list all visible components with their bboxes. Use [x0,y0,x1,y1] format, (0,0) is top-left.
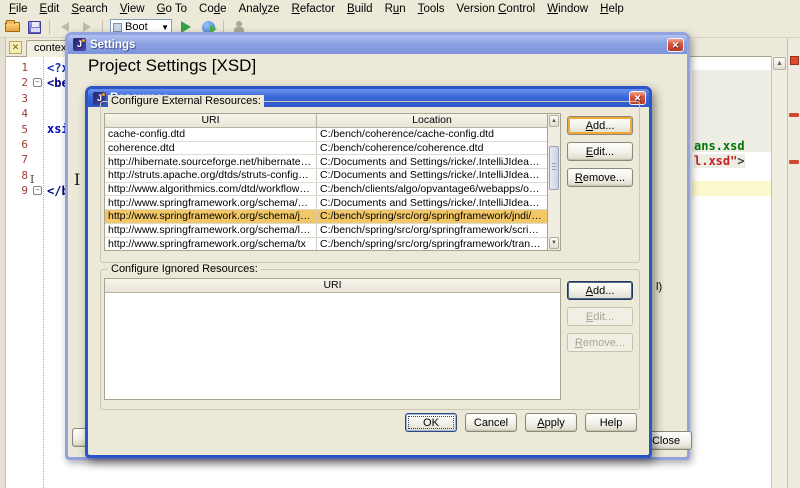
code-bracket: > [737,154,744,168]
menu-item-search[interactable]: Search [65,2,113,16]
scroll-up-icon[interactable]: ▲ [773,57,786,70]
external-edit-button[interactable]: Edit... [567,142,633,161]
external-resources-table-header: URI Location [105,114,547,128]
close-tab-icon[interactable]: ✕ [9,41,22,54]
ignored-resources-table-header: URI [105,279,560,293]
settings-text-fragment: l) [656,281,662,293]
fold-collapse-icon[interactable]: − [33,186,42,195]
column-header-location[interactable]: Location [317,114,547,127]
line-number: 5 [8,123,28,136]
error-stripe [787,38,800,488]
line-number: 2 [8,76,28,89]
run-config-icon [113,23,122,32]
external-resource-row[interactable]: http://www.springframework.org/schema/tx… [105,238,547,252]
menu-item-view[interactable]: View [114,2,151,16]
external-resource-row[interactable]: http://struts.apache.org/dtds/struts-con… [105,169,547,183]
ignored-resources-group-label: Configure Ignored Resources: [108,263,261,275]
editor-scrollbar[interactable]: ▲ [771,56,787,488]
menu-bar: FileEditSearchViewGo ToCodeAnalyzeRefact… [0,0,800,17]
error-stripe-mark[interactable] [789,160,799,164]
menu-item-edit[interactable]: Edit [34,2,66,16]
settings-titlebar[interactable]: J Settings ✕ [68,35,687,54]
external-resource-row[interactable]: http://hibernate.sourceforge.net/hiberna… [105,155,547,169]
error-stripe-mark[interactable] [789,113,799,117]
external-resource-row[interactable]: http://www.springframework.org/schema/jn… [105,210,547,224]
menu-item-help[interactable]: Help [594,2,630,16]
ignored-remove-button[interactable]: Remove... [567,333,633,352]
menu-item-code[interactable]: Code [193,2,233,16]
editor-caret: I [30,173,34,186]
code-string-red: l.xsd" [694,154,737,168]
external-add-button[interactable]: Add... [567,116,633,135]
menu-item-analyze[interactable]: Analyze [233,2,286,16]
code-fragment-green: ans.xsd [694,139,745,153]
save-icon[interactable] [25,19,43,36]
ignored-edit-button[interactable]: Edit... [567,307,633,326]
external-resources-table-body: cache-config.dtdC:/bench/coherence/cache… [105,128,547,251]
menu-item-window[interactable]: Window [541,2,594,16]
help-button[interactable]: Help [585,413,637,432]
external-resource-row[interactable]: coherence.dtdC:/bench/coherence/coherenc… [105,142,547,156]
cancel-button[interactable]: Cancel [465,413,517,432]
menu-item-file[interactable]: File [3,2,34,16]
line-number: 7 [8,153,28,166]
menu-item-build[interactable]: Build [341,2,379,16]
editor-current-line-highlight [692,181,771,196]
fold-margin-line [43,57,44,488]
external-resources-table: URI Location cache-config.dtdC:/bench/co… [104,113,548,251]
external-table-scrollbar[interactable]: ▲ ▼ [548,113,561,251]
code-fragment-red: l.xsd"> [694,154,745,168]
line-number: 6 [8,138,28,151]
external-resources-group-label: Configure External Resources: [108,95,264,107]
settings-close-icon[interactable]: ✕ [667,38,684,52]
column-header-uri[interactable]: URI [105,114,317,127]
line-number: 8 [8,169,28,182]
menu-item-tools[interactable]: Tools [412,2,451,16]
scrollbar-thumb[interactable] [549,146,559,190]
line-number: 1 [8,61,28,74]
menu-item-version-control[interactable]: Version Control [451,2,542,16]
apply-button[interactable]: Apply [525,413,577,432]
ignored-add-button[interactable]: Add... [567,281,633,300]
intellij-logo-icon: J [73,38,86,51]
fold-collapse-icon[interactable]: − [33,78,42,87]
open-folder-icon[interactable] [3,19,21,36]
column-header-uri[interactable]: URI [105,279,560,292]
ok-button[interactable]: OK [405,413,457,432]
error-indicator-square [790,56,799,65]
menu-item-run[interactable]: Run [379,2,412,16]
line-number: 4 [8,107,28,120]
ibeam-cursor: I [74,170,80,189]
line-number: 9 [8,184,28,197]
ignored-resources-table-body[interactable] [105,293,560,400]
line-number: 3 [8,92,28,105]
external-resource-row[interactable]: http://www.algorithmics.com/dtd/workflow… [105,183,547,197]
resources-dialog: J Resources ✕ Configure External Resourc… [85,86,652,458]
scroll-up-icon[interactable]: ▲ [549,115,559,127]
external-resource-row[interactable]: http://www.springframework.org/schema/ao… [105,196,547,210]
settings-dialog-title: Settings [90,39,135,51]
menu-item-go-to[interactable]: Go To [151,2,193,16]
chevron-down-icon: ▼ [161,23,169,32]
external-remove-button[interactable]: Remove... [567,168,633,187]
menu-item-refactor[interactable]: Refactor [286,2,341,16]
toolbar-separator [49,20,50,35]
external-resource-row[interactable]: cache-config.dtdC:/bench/coherence/cache… [105,128,547,142]
external-resource-row[interactable]: http://www.springframework.org/schema/la… [105,224,547,238]
ignored-resources-table: URI [104,278,561,400]
settings-page-title: Project Settings [XSD] [88,56,256,76]
scroll-down-icon[interactable]: ▼ [549,237,559,249]
